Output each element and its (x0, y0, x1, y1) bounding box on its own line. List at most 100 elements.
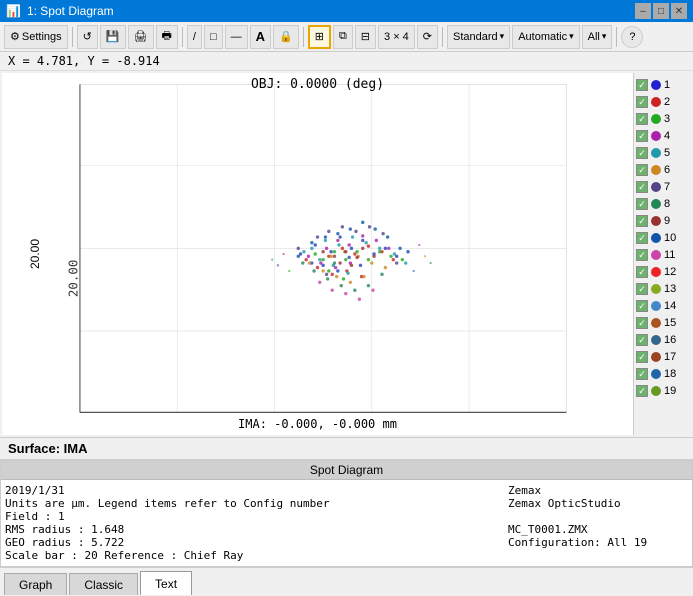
help-button[interactable]: ? (621, 26, 643, 48)
legend-item[interactable]: 3 (636, 111, 689, 127)
plot-title: OBJ: 0.0000 (deg) (2, 77, 633, 92)
window-icon: 📊 (6, 4, 21, 18)
legend-dot (651, 352, 661, 362)
legend-item[interactable]: 19 (636, 383, 689, 399)
toolbar-sep-4 (442, 27, 443, 47)
legend-checkbox[interactable] (636, 334, 648, 346)
copy-button[interactable]: ⧉ (333, 25, 353, 49)
line-icon: / (193, 31, 196, 43)
info-line5: GEO radius : 5.722 (5, 536, 488, 549)
legend-checkbox[interactable] (636, 164, 648, 176)
grid-size-button[interactable]: 3 × 4 (378, 25, 415, 49)
automatic-dropdown[interactable]: Automatic (512, 25, 579, 49)
legend-checkbox[interactable] (636, 198, 648, 210)
legend-item[interactable]: 17 (636, 349, 689, 365)
legend-checkbox[interactable] (636, 232, 648, 244)
legend-item[interactable]: 4 (636, 128, 689, 144)
print2-button[interactable]: 🖶 (156, 25, 178, 49)
legend-dot (651, 335, 661, 345)
tab-classic[interactable]: Classic (69, 573, 138, 595)
save-button[interactable]: 💾 (100, 25, 126, 49)
rotate-button[interactable]: ⟳ (417, 25, 438, 49)
legend-checkbox[interactable] (636, 181, 648, 193)
layout-button[interactable]: ⊟ (355, 25, 376, 49)
line-button[interactable]: / (187, 25, 202, 49)
close-button[interactable]: ✕ (671, 3, 687, 19)
toolbar-sep-2 (182, 27, 183, 47)
legend-item[interactable]: 11 (636, 247, 689, 263)
legend-item[interactable]: 15 (636, 315, 689, 331)
legend-dot (651, 233, 661, 243)
legend-item[interactable]: 12 (636, 264, 689, 280)
legend-item[interactable]: 10 (636, 230, 689, 246)
tab-text[interactable]: Text (140, 571, 192, 595)
main-section: 20.00 (0, 71, 693, 595)
legend-checkbox[interactable] (636, 385, 648, 397)
legend-checkbox[interactable] (636, 249, 648, 261)
legend-item[interactable]: 5 (636, 145, 689, 161)
minimize-button[interactable]: – (635, 3, 651, 19)
legend-item[interactable]: 1 (636, 77, 689, 93)
settings-button[interactable]: ⚙ Settings (4, 25, 68, 49)
legend-checkbox[interactable] (636, 215, 648, 227)
legend-item[interactable]: 9 (636, 213, 689, 229)
legend-dot (651, 131, 661, 141)
toolbar: ⚙ Settings ↺ 💾 🖨 🖶 / □ — A 🔒 ⊞ ⧉ ⊟ 3 × 4… (0, 22, 693, 52)
legend-checkbox[interactable] (636, 300, 648, 312)
legend-checkbox[interactable] (636, 79, 648, 91)
legend-checkbox[interactable] (636, 351, 648, 363)
legend-dot (651, 80, 661, 90)
legend-checkbox[interactable] (636, 113, 648, 125)
info-right-line5: Configuration: All 19 (508, 536, 688, 549)
info-line6: Scale bar : 20 Reference : Chief Ray (5, 549, 488, 562)
tab-graph[interactable]: Graph (4, 573, 67, 595)
text-tool-button[interactable]: A (250, 25, 271, 49)
legend-checkbox[interactable] (636, 317, 648, 329)
legend-item[interactable]: 6 (636, 162, 689, 178)
copy-icon: ⧉ (339, 30, 347, 43)
legend-item[interactable]: 18 (636, 366, 689, 382)
standard-dropdown[interactable]: Standard (447, 25, 510, 49)
rect-icon: □ (210, 31, 217, 43)
legend-number: 18 (664, 368, 676, 380)
legend-checkbox[interactable] (636, 130, 648, 142)
legend-dot (651, 182, 661, 192)
legend-dot (651, 386, 661, 396)
central-plot: 20.00 (2, 73, 633, 435)
title-bar-controls[interactable]: – □ ✕ (635, 3, 687, 19)
rect-button[interactable]: □ (204, 25, 223, 49)
legend-dot (651, 301, 661, 311)
legend-item[interactable]: 7 (636, 179, 689, 195)
legend-item[interactable]: 2 (636, 94, 689, 110)
minus-button[interactable]: — (225, 25, 248, 49)
info-left: 2019/1/31 Units are µm. Legend items ref… (5, 484, 488, 562)
legend-item[interactable]: 16 (636, 332, 689, 348)
legend-dot (651, 250, 661, 260)
toolbar-sep-3 (303, 27, 304, 47)
legend-number: 17 (664, 351, 676, 363)
all-label: All (588, 31, 600, 43)
legend-checkbox[interactable] (636, 96, 648, 108)
legend-checkbox[interactable] (636, 283, 648, 295)
coord-text: X = 4.781, Y = -8.914 (8, 54, 160, 68)
legend-checkbox[interactable] (636, 368, 648, 380)
plot-bottom-label: IMA: -0.000, -0.000 mm (2, 417, 633, 431)
y-axis-label: 20.00 (28, 239, 42, 269)
help-icon: ? (629, 31, 635, 43)
info-body: 2019/1/31 Units are µm. Legend items ref… (1, 480, 692, 566)
legend-item[interactable]: 13 (636, 281, 689, 297)
all-dropdown[interactable]: All (582, 25, 613, 49)
automatic-label: Automatic (518, 31, 567, 43)
legend-item[interactable]: 8 (636, 196, 689, 212)
maximize-button[interactable]: □ (653, 3, 669, 19)
grid-icon: ⊞ (315, 30, 324, 43)
legend-checkbox[interactable] (636, 147, 648, 159)
legend-item[interactable]: 14 (636, 298, 689, 314)
legend-checkbox[interactable] (636, 266, 648, 278)
info-right-line2: Zemax OpticStudio (508, 497, 688, 510)
lock-button[interactable]: 🔒 (273, 25, 299, 49)
refresh-button[interactable]: ↺ (77, 25, 98, 49)
svg-text:20.00: 20.00 (66, 260, 81, 297)
print-button[interactable]: 🖨 (128, 25, 154, 49)
grid-view-button[interactable]: ⊞ (308, 25, 331, 49)
